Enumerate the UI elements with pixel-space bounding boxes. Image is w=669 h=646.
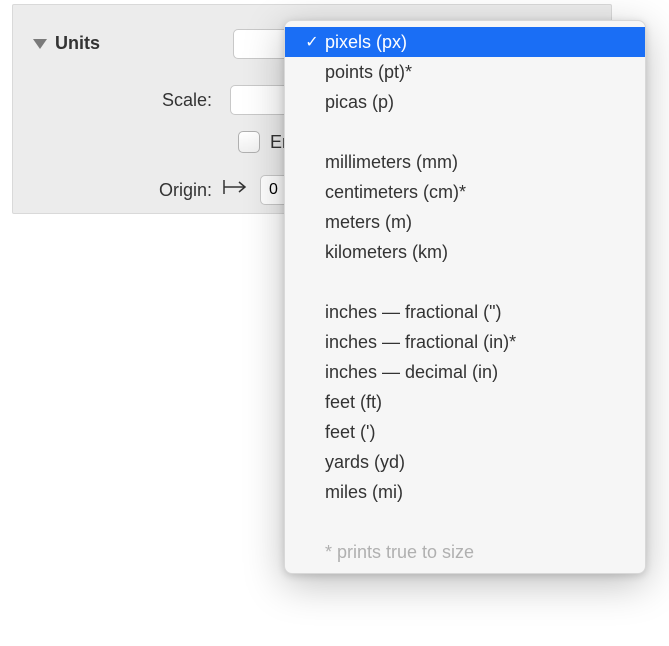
section-title: Units bbox=[55, 33, 100, 54]
menu-item-label: millimeters (mm) bbox=[325, 152, 631, 173]
menu-item-picas[interactable]: picas (p) bbox=[285, 87, 645, 117]
units-dropdown-menu: ✓ pixels (px) points (pt)* picas (p) mil… bbox=[284, 20, 646, 574]
scale-label: Scale: bbox=[112, 90, 212, 111]
menu-separator bbox=[285, 117, 645, 147]
menu-item-miles[interactable]: miles (mi) bbox=[285, 477, 645, 507]
menu-item-label: feet (') bbox=[325, 422, 631, 443]
menu-item-label: picas (p) bbox=[325, 92, 631, 113]
enforce-checkbox[interactable] bbox=[238, 131, 260, 153]
menu-item-meters[interactable]: meters (m) bbox=[285, 207, 645, 237]
menu-item-label: meters (m) bbox=[325, 212, 631, 233]
menu-item-label: inches — fractional (") bbox=[325, 302, 631, 323]
menu-item-kilometers[interactable]: kilometers (km) bbox=[285, 237, 645, 267]
menu-item-inches-decimal[interactable]: inches — decimal (in) bbox=[285, 357, 645, 387]
menu-item-feet-quote[interactable]: feet (') bbox=[285, 417, 645, 447]
menu-separator bbox=[285, 507, 645, 537]
menu-item-label: miles (mi) bbox=[325, 482, 631, 503]
menu-item-label: inches — fractional (in)* bbox=[325, 332, 631, 353]
menu-item-centimeters[interactable]: centimeters (cm)* bbox=[285, 177, 645, 207]
menu-separator bbox=[285, 267, 645, 297]
menu-item-yards[interactable]: yards (yd) bbox=[285, 447, 645, 477]
menu-footnote: * prints true to size bbox=[285, 537, 645, 567]
menu-item-label: inches — decimal (in) bbox=[325, 362, 631, 383]
menu-item-label: centimeters (cm)* bbox=[325, 182, 631, 203]
menu-item-millimeters[interactable]: millimeters (mm) bbox=[285, 147, 645, 177]
origin-arrow-icon bbox=[222, 178, 250, 202]
menu-item-label: feet (ft) bbox=[325, 392, 631, 413]
menu-item-inches-frac-quote[interactable]: inches — fractional (") bbox=[285, 297, 645, 327]
menu-item-points[interactable]: points (pt)* bbox=[285, 57, 645, 87]
scale-input[interactable] bbox=[230, 85, 290, 115]
menu-item-pixels[interactable]: ✓ pixels (px) bbox=[285, 27, 645, 57]
section-header[interactable]: Units bbox=[33, 33, 100, 54]
origin-row: Origin: bbox=[100, 175, 290, 205]
menu-item-inches-frac-in[interactable]: inches — fractional (in)* bbox=[285, 327, 645, 357]
menu-item-label: pixels (px) bbox=[325, 32, 631, 53]
origin-label: Origin: bbox=[100, 180, 212, 201]
checkmark-icon: ✓ bbox=[299, 32, 325, 52]
menu-item-feet-ft[interactable]: feet (ft) bbox=[285, 387, 645, 417]
menu-item-label: yards (yd) bbox=[325, 452, 631, 473]
disclosure-triangle-icon[interactable] bbox=[33, 39, 47, 49]
scale-row: Scale: bbox=[112, 85, 290, 115]
menu-item-label: kilometers (km) bbox=[325, 242, 631, 263]
menu-item-label: points (pt)* bbox=[325, 62, 631, 83]
